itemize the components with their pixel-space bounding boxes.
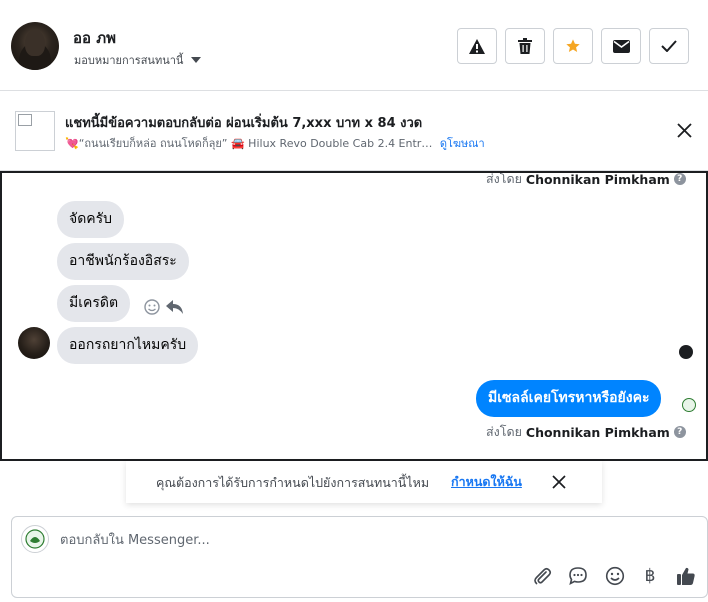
assign-prompt-text: คุณต้องการได้รับการกำหนดไปยังการสนทนานี้… <box>156 475 430 490</box>
mark-done-button[interactable] <box>649 28 689 64</box>
contact-name[interactable]: ออ ภพ <box>73 26 116 50</box>
incoming-message[interactable]: อาชีพนักร้องอิสระ <box>57 243 189 280</box>
dismiss-prompt-button[interactable] <box>552 474 566 493</box>
assign-dropdown[interactable]: มอบหมายการสนทนานี้ <box>74 51 202 69</box>
paperclip-icon <box>534 567 552 585</box>
sent-by-label: ส่งโดย Chonnikan Pimkham ? <box>486 171 686 189</box>
ad-thumbnail[interactable] <box>15 111 55 151</box>
attach-button[interactable] <box>530 564 554 588</box>
sent-by-name: Chonnikan Pimkham <box>525 171 670 187</box>
message-thread[interactable]: ส่งโดย Chonnikan Pimkham ? จัดครับ อาชีพ… <box>0 171 708 461</box>
assign-to-me-link[interactable]: กำหนดให้ฉัน <box>451 472 522 492</box>
assign-label: มอบหมายการสนทนานี้ <box>74 54 184 67</box>
like-button[interactable] <box>674 564 698 588</box>
sent-by-prefix: ส่งโดย <box>486 171 522 186</box>
help-icon[interactable]: ? <box>673 426 686 438</box>
ad-context-banner: แชทนี้มีข้อความตอบกลับต่อ ผ่อนเริ่มต้น 7… <box>0 91 708 171</box>
payment-button[interactable]: ฿ <box>638 564 662 588</box>
ad-title: แชทนี้มีข้อความตอบกลับต่อ ผ่อนเริ่มต้น 7… <box>65 116 423 131</box>
trash-icon <box>518 38 532 54</box>
chat-bubble-icon <box>569 567 587 586</box>
star-icon <box>566 39 580 52</box>
reply-icon[interactable] <box>166 300 184 314</box>
saved-replies-button[interactable] <box>566 564 590 588</box>
help-icon[interactable]: ? <box>673 173 686 185</box>
smiley-icon <box>605 566 625 586</box>
message-composer: ฿ <box>11 516 708 598</box>
envelope-icon <box>612 39 630 53</box>
incoming-message[interactable]: จัดครับ <box>57 201 125 238</box>
page-logo-icon <box>25 529 45 549</box>
view-ad-link[interactable]: ดูโฆษณา <box>440 137 485 150</box>
emoji-reaction-icon[interactable] <box>144 299 160 315</box>
sent-by-label: ส่งโดย Chonnikan Pimkham ? <box>486 422 686 442</box>
ad-description-text: 💘“ถนนเรียบก็หล่อ ถนนโหดก็ลุย” 🚘 Hilux Re… <box>65 137 433 150</box>
thumbs-up-icon <box>677 567 695 585</box>
mark-unread-button[interactable] <box>601 28 641 64</box>
incoming-message[interactable]: มีเครดิต <box>57 285 131 322</box>
ad-description: 💘“ถนนเรียบก็หล่อ ถนนโหดก็ลุย” 🚘 Hilux Re… <box>65 134 485 152</box>
emoji-button[interactable] <box>603 564 627 588</box>
page-avatar <box>21 525 49 553</box>
close-icon <box>677 123 692 138</box>
sent-by-name: Chonnikan Pimkham <box>525 424 670 440</box>
contact-avatar[interactable] <box>11 22 59 70</box>
star-button[interactable] <box>553 28 593 64</box>
sender-avatar <box>18 327 50 359</box>
baht-icon: ฿ <box>644 566 656 586</box>
warning-icon <box>469 38 485 54</box>
close-icon <box>552 475 566 489</box>
read-receipt-avatar <box>679 345 693 359</box>
incoming-message[interactable]: ออกรถยากไหมครับ <box>57 327 199 364</box>
message-actions <box>144 299 184 315</box>
chevron-down-icon <box>191 57 202 63</box>
delete-button[interactable] <box>505 28 545 64</box>
outgoing-message[interactable]: มีเซลล์เคยโทรหาหรือยังคะ <box>476 380 662 417</box>
sent-by-prefix: ส่งโดย <box>486 424 522 439</box>
conversation-header: ออ ภพ มอบหมายการสนทนานี้ <box>0 0 708 91</box>
reply-input[interactable] <box>60 529 620 551</box>
close-ad-banner-button[interactable] <box>677 123 692 142</box>
page-read-receipt-icon <box>682 398 696 412</box>
check-icon <box>661 40 677 52</box>
mark-spam-button[interactable] <box>457 28 497 64</box>
assign-prompt: คุณต้องการได้รับการกำหนดไปยังการสนทนานี้… <box>126 461 602 503</box>
